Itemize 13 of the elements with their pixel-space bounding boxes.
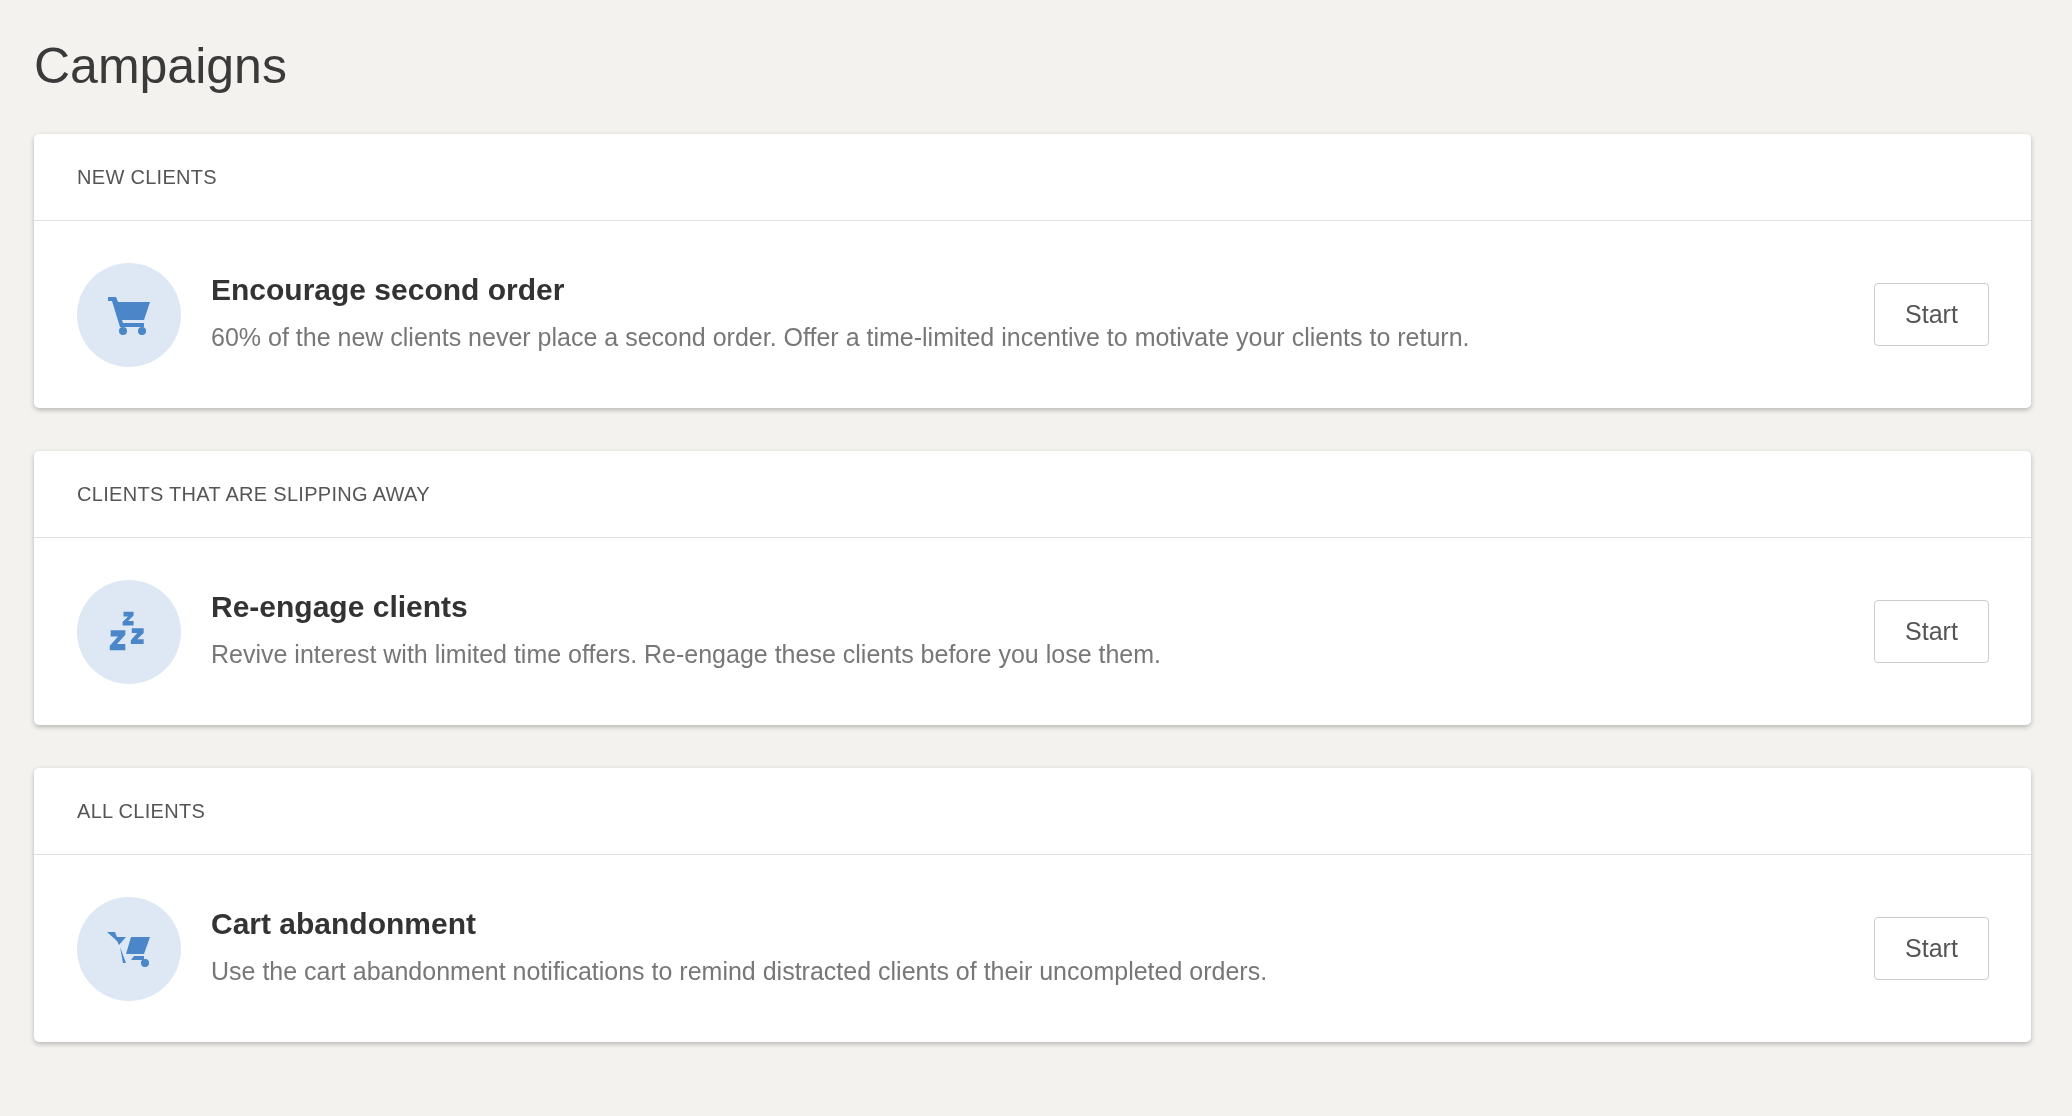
- start-button[interactable]: Start: [1874, 917, 1989, 980]
- campaign-title: Encourage second order: [211, 273, 566, 307]
- section-heading: ALL CLIENTS: [77, 799, 206, 823]
- section-heading: NEW CLIENTS: [77, 165, 217, 189]
- section-heading: CLIENTS THAT ARE SLIPPING AWAY: [77, 482, 430, 506]
- campaign-title: Cart abandonment: [211, 907, 478, 941]
- campaign-description: Use the cart abandonment notifications to remind distracted clients of their uncompleted orders.: [211, 957, 1269, 986]
- campaign-description: 60% of the new clients never place a second order. Offer a time-limited incentive to motivate your clients to return.: [211, 323, 1471, 352]
- page-title: Campaigns: [34, 37, 288, 96]
- campaign-description: Revive interest with limited time offers. Re-engage these clients before you lose them.: [211, 640, 1162, 669]
- campaign-title: Re-engage clients: [211, 590, 469, 624]
- start-button[interactable]: Start: [1874, 600, 1989, 663]
- start-button[interactable]: Start: [1874, 283, 1989, 346]
